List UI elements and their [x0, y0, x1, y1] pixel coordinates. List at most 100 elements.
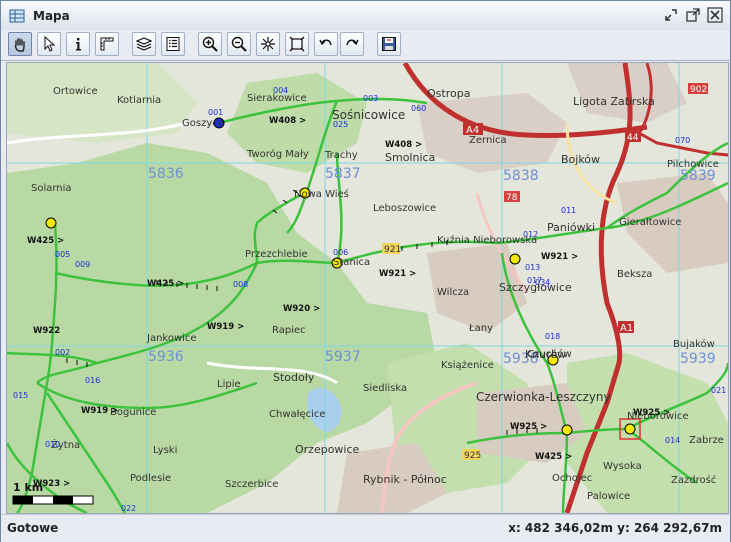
legend-list-icon: [166, 37, 180, 51]
place-label: Przezchlebie: [245, 249, 308, 260]
layers-icon: [136, 37, 152, 51]
pan-hand-icon: [14, 38, 25, 52]
line-label: W425 >: [535, 452, 572, 462]
sheet-label: 5837: [325, 166, 361, 182]
select-tool-button[interactable]: [37, 32, 61, 56]
place-label: Chwałęcice: [269, 409, 326, 420]
place-label: Stodoły: [273, 371, 315, 384]
line-label: W925 >: [510, 422, 547, 432]
map-window: Mapa 5836 5837 5838 5839 5936 5937 5938 …: [0, 0, 731, 542]
zoom-out-button[interactable]: [227, 32, 251, 56]
place-label: Paniówki: [547, 221, 595, 234]
line-label: W921 >: [379, 269, 416, 279]
network-node[interactable]: [45, 217, 57, 229]
zoom-fit-icon: [289, 36, 305, 52]
zoom-extent-icon: [261, 37, 275, 51]
place-label: Lipie: [217, 379, 241, 390]
restore-small-icon[interactable]: [663, 7, 679, 23]
place-label: Kotlarnia: [117, 95, 161, 106]
node-number: 070: [675, 136, 690, 145]
zoom-fit-button[interactable]: [285, 32, 309, 56]
road-label: 921: [384, 245, 401, 255]
sheet-label: 5936: [148, 349, 184, 365]
map-canvas[interactable]: 5836 5837 5838 5839 5936 5937 5938 5939 …: [6, 62, 729, 514]
measure-tool-button[interactable]: [95, 32, 119, 56]
place-label: Ortowice: [53, 86, 98, 97]
zoom-in-icon: [202, 36, 218, 52]
network-node-selected[interactable]: [624, 423, 636, 435]
node-number: 005: [55, 250, 70, 259]
map-svg[interactable]: 5836 5837 5838 5839 5936 5937 5938 5939 …: [7, 63, 728, 513]
legend-button[interactable]: [161, 32, 185, 56]
redo-button[interactable]: [340, 32, 364, 56]
road-label: 78: [506, 193, 518, 203]
info-tool-button[interactable]: [66, 32, 90, 56]
line-label: W922: [33, 326, 60, 336]
road-label: 902: [690, 85, 707, 95]
place-label: Ostropa: [427, 87, 470, 100]
node-number: 022: [121, 504, 136, 513]
save-icon: [382, 37, 396, 51]
node-number: 009: [75, 260, 90, 269]
line-label: W408 >: [269, 116, 306, 126]
node-number: 006: [333, 248, 348, 257]
node-number: 010: [45, 440, 60, 449]
maximize-icon[interactable]: [685, 7, 701, 23]
node-number: 002: [55, 348, 70, 357]
place-label: Rapiec: [272, 325, 306, 336]
road-label: A1: [620, 323, 633, 334]
node-number: 018: [545, 332, 560, 341]
node-number: 004: [273, 86, 288, 95]
place-label: Siedliska: [363, 383, 407, 394]
line-label: W919 >: [81, 406, 118, 416]
place-label: Książenice: [441, 360, 494, 371]
zoom-in-button[interactable]: [198, 32, 222, 56]
place-label: Solarnia: [31, 183, 72, 194]
close-icon[interactable]: [707, 7, 723, 23]
road-label: 44: [627, 133, 639, 143]
place-label: Gierałtowice: [619, 217, 681, 228]
sheet-label: 5836: [148, 166, 184, 182]
place-label: Goszyce: [182, 118, 224, 129]
place-label: Bojków: [561, 153, 600, 166]
place-label: Czerwionka-Leszczyny: [476, 390, 611, 404]
place-label: Leboszowice: [373, 203, 436, 214]
place-label: Ochojec: [552, 473, 592, 484]
place-label: Smolnica: [385, 151, 435, 164]
place-label: Czuchów: [527, 348, 572, 360]
save-button[interactable]: [377, 32, 401, 56]
zoom-out-icon: [231, 36, 247, 52]
undo-icon: [319, 39, 332, 46]
network-node[interactable]: [561, 424, 573, 436]
place-label: Wysoka: [603, 461, 642, 472]
place-label: Ligota Zabrska: [573, 95, 655, 108]
place-label: Łany: [468, 323, 493, 334]
place-label: Jankowice: [146, 333, 197, 344]
map-toolbar: [1, 30, 730, 61]
line-label: W921 >: [541, 252, 578, 262]
zoom-extent-button[interactable]: [256, 32, 280, 56]
title-bar: Mapa: [1, 1, 730, 31]
line-label: W425 >: [27, 236, 64, 246]
pan-tool-button[interactable]: [8, 32, 32, 56]
layers-button[interactable]: [132, 32, 156, 56]
map-window-icon: [9, 9, 25, 23]
node-number: 060: [411, 104, 426, 113]
place-label: Szczerbice: [225, 479, 278, 490]
line-label: W425 >: [147, 279, 184, 289]
node-number: 012: [523, 230, 538, 239]
node-number: 016: [85, 376, 100, 385]
sheet-label: 5937: [325, 349, 361, 365]
place-label: Beksza: [617, 269, 652, 280]
sheet-label: 5939: [680, 351, 716, 367]
info-icon: [76, 38, 81, 51]
line-label: W919 >: [207, 322, 244, 332]
network-node[interactable]: [509, 253, 521, 265]
place-label: Bujaków: [673, 338, 715, 350]
undo-button[interactable]: [314, 32, 338, 56]
node-number: 015: [13, 391, 28, 400]
sheet-label: 5838: [503, 168, 539, 184]
field-area: [7, 63, 197, 143]
node-number: 034: [535, 278, 550, 287]
place-label: Trachy: [324, 150, 358, 161]
